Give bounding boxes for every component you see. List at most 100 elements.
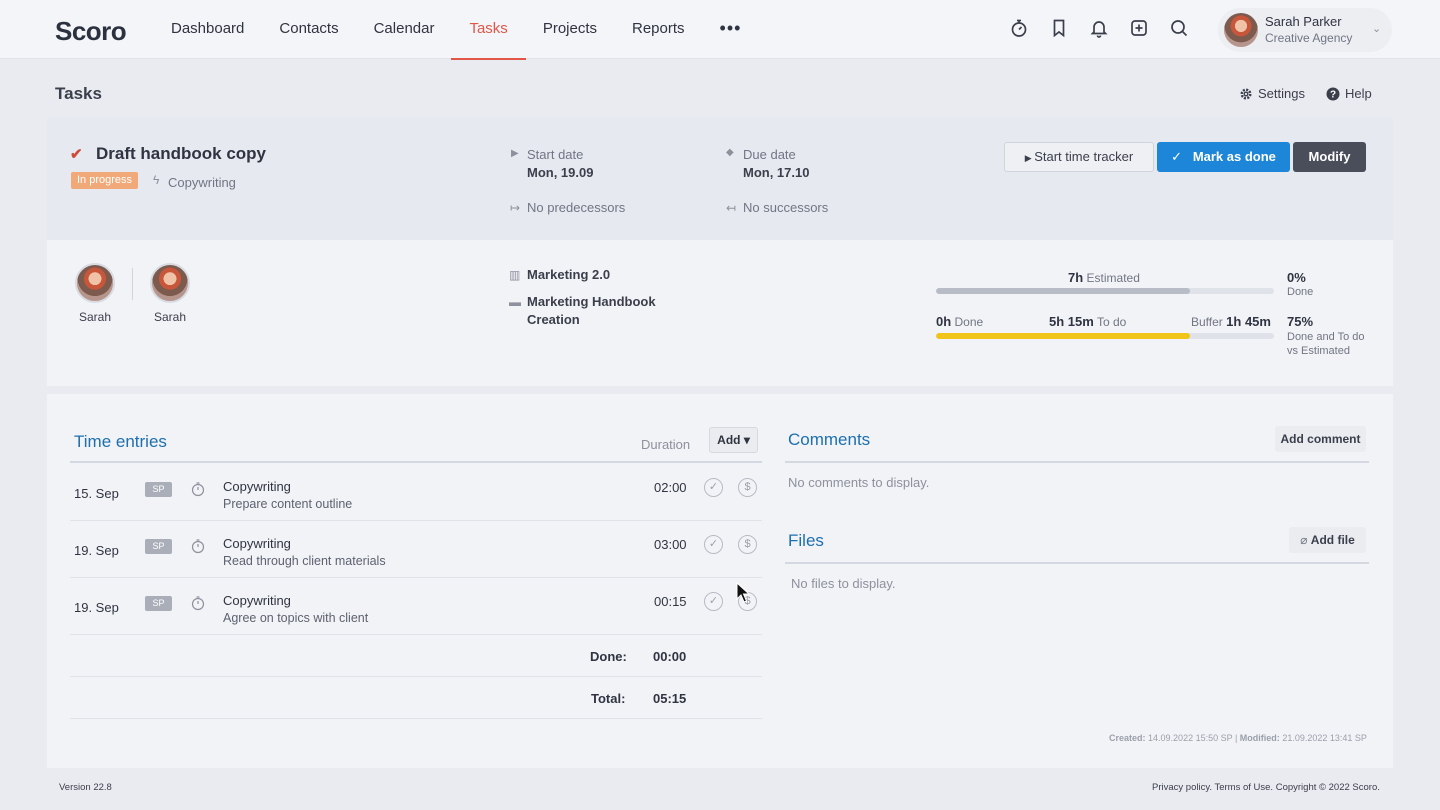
start-time-tracker-button[interactable]: ▶ Start time tracker: [1004, 142, 1154, 172]
user-avatar: [1224, 13, 1258, 47]
stopwatch-icon: [191, 539, 205, 554]
svg-text:?: ?: [1330, 89, 1336, 100]
avatar: [75, 263, 115, 303]
diamond-icon: ◆: [726, 147, 734, 158]
divider: [70, 676, 762, 677]
bell-icon[interactable]: [1088, 16, 1109, 40]
done-hours: 0h Done: [936, 314, 984, 329]
assignee[interactable]: Sarah: [65, 263, 125, 324]
arrow-left-icon: ↤: [726, 201, 737, 215]
nav-projects[interactable]: Projects: [543, 0, 597, 59]
divider: [70, 461, 762, 463]
project-phase-link[interactable]: Marketing Handbook Creation: [527, 293, 656, 329]
buffer-hours: Buffer 1h 45m: [1191, 314, 1271, 329]
done-total-label: Done:: [590, 649, 627, 664]
arrow-right-icon: ↦: [510, 201, 521, 215]
time-entry-row[interactable]: 19. Sep SP Copywriting Read through clie…: [70, 530, 762, 587]
gear-icon: [1240, 88, 1252, 99]
done-total-value: 00:00: [653, 649, 687, 664]
duration-header: Duration: [641, 437, 691, 452]
nav-more-button[interactable]: •••: [720, 0, 742, 59]
bookmark-icon[interactable]: [1048, 16, 1069, 40]
user-menu[interactable]: Sarah Parker Creative Agency ⌄: [1218, 8, 1392, 52]
version-label: Version 22.8: [59, 782, 112, 793]
ratio-label: Done and To do vs Estimated: [1287, 331, 1365, 357]
divider: [70, 718, 762, 719]
nav-dashboard[interactable]: Dashboard: [171, 0, 244, 59]
task-header-card: [47, 118, 1393, 240]
check-icon[interactable]: ✔: [70, 145, 83, 163]
building-icon: ▥: [509, 268, 521, 282]
task-title: Draft handbook copy: [96, 144, 267, 163]
top-icon-group: [1008, 16, 1189, 40]
predecessors[interactable]: No predecessors: [527, 200, 625, 215]
project-link[interactable]: Marketing 2.0: [527, 266, 610, 284]
user-initials-badge: SP: [145, 539, 172, 554]
nav-reports[interactable]: Reports: [632, 0, 685, 59]
modify-button[interactable]: Modify: [1293, 142, 1366, 172]
nav-contacts[interactable]: Contacts: [279, 0, 338, 59]
check-circle-icon[interactable]: ✓: [704, 478, 723, 497]
time-entry-row[interactable]: 15. Sep SP Copywriting Prepare content o…: [70, 473, 762, 530]
stopwatch-icon: [191, 482, 205, 497]
add-new-icon[interactable]: [1128, 16, 1149, 40]
footer-links[interactable]: Privacy policy. Terms of Use. Copyright …: [1152, 782, 1380, 793]
todo-hours: 5h 15m To do: [1049, 314, 1127, 329]
successors[interactable]: No successors: [743, 200, 828, 215]
grand-total-label: Total:: [591, 691, 626, 706]
stopwatch-icon: [191, 596, 205, 611]
check-circle-icon[interactable]: ✓: [704, 592, 723, 611]
nav-calendar[interactable]: Calendar: [374, 0, 435, 59]
task-category: Copywriting: [168, 175, 236, 190]
due-date-label: Due date: [743, 147, 796, 162]
start-date-value[interactable]: Mon, 19.09: [527, 165, 593, 180]
time-entries-title: Time entries: [74, 432, 167, 451]
settings-link[interactable]: Settings: [1239, 86, 1305, 101]
divider: [70, 520, 762, 521]
divider: [785, 461, 1369, 463]
done-percent-label: Done: [1287, 286, 1314, 298]
todo-progress-fill: [936, 333, 1190, 339]
stopwatch-icon[interactable]: [1008, 16, 1029, 40]
user-initials-badge: SP: [145, 482, 172, 497]
help-link[interactable]: ? Help: [1326, 86, 1372, 101]
page-title: Tasks: [55, 84, 102, 103]
lightning-icon: ϟ: [153, 173, 160, 187]
divider: [70, 577, 762, 578]
scoro-logo[interactable]: Scoro: [55, 16, 127, 47]
user-name: Sarah Parker: [1265, 14, 1342, 29]
paperclip-icon: ⌀: [1300, 533, 1311, 547]
add-comment-button[interactable]: Add comment: [1275, 426, 1366, 452]
start-date-label: Start date: [527, 147, 584, 162]
time-entry-row[interactable]: 19. Sep SP Copywriting Agree on topics w…: [70, 587, 762, 644]
divider: [70, 634, 762, 635]
mark-as-done-button[interactable]: ✓ Mark as done: [1157, 142, 1290, 172]
add-time-entry-button[interactable]: Add ▾: [709, 427, 758, 453]
billable-dollar-icon[interactable]: $: [738, 535, 757, 554]
checkmark-icon: ✓: [1171, 149, 1193, 164]
assignee[interactable]: Sarah: [140, 263, 200, 324]
status-badge[interactable]: In progress: [71, 172, 139, 189]
divider: [132, 268, 133, 300]
nav-tasks[interactable]: Tasks: [451, 0, 527, 60]
estimated-progress-bar: [936, 288, 1274, 294]
task-info-card: [47, 240, 1393, 386]
check-circle-icon[interactable]: ✓: [704, 535, 723, 554]
top-navigation-bar: Scoro Dashboard Contacts Calendar Tasks …: [0, 0, 1440, 60]
add-file-button[interactable]: ⌀ Add file: [1289, 527, 1366, 553]
mouse-cursor-icon: [736, 582, 750, 603]
billable-dollar-icon[interactable]: $: [738, 478, 757, 497]
play-icon: ▶: [511, 148, 519, 159]
grand-total-value: 05:15: [653, 691, 687, 706]
play-icon: ▶: [1024, 153, 1035, 163]
user-organization: Creative Agency: [1265, 31, 1353, 45]
user-initials-badge: SP: [145, 596, 172, 611]
comments-title: Comments: [788, 430, 871, 449]
due-date-value[interactable]: Mon, 17.10: [743, 165, 809, 180]
help-icon: ?: [1326, 87, 1340, 100]
search-icon[interactable]: [1168, 16, 1189, 40]
done-percent: 0%: [1287, 270, 1306, 285]
comments-empty: No comments to display.: [788, 475, 930, 490]
estimated-progress-fill: [936, 288, 1190, 294]
todo-progress-bar: [936, 333, 1274, 339]
